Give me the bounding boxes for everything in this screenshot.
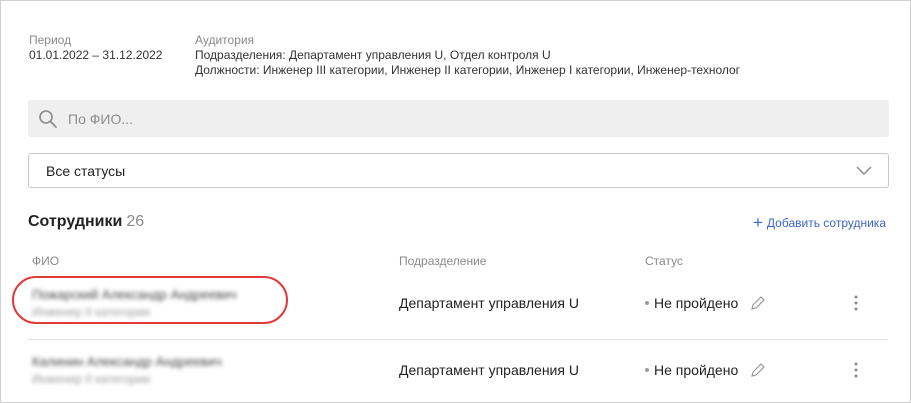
period-block: Период 01.01.2022 – 31.12.2022 bbox=[29, 33, 162, 63]
search-icon bbox=[39, 109, 57, 128]
search-input[interactable] bbox=[66, 109, 850, 128]
employees-heading: Сотрудники 26 bbox=[28, 213, 144, 231]
audience-block: Аудитория Подразделения: Департамент упр… bbox=[195, 33, 740, 78]
column-header-department: Подразделение bbox=[399, 254, 487, 268]
search-bar[interactable] bbox=[28, 100, 889, 137]
employee-department: Департамент управления U bbox=[399, 362, 579, 378]
employee-position: Инженер II категории bbox=[32, 372, 151, 386]
pencil-icon[interactable] bbox=[750, 362, 766, 378]
audience-departments: Подразделения: Департамент управления U,… bbox=[195, 48, 551, 62]
period-value: 01.01.2022 – 31.12.2022 bbox=[29, 48, 163, 62]
status-dot-icon bbox=[645, 301, 649, 305]
chevron-down-icon bbox=[856, 166, 872, 175]
pencil-icon[interactable] bbox=[750, 295, 766, 311]
screen-frame: Период 01.01.2022 – 31.12.2022 Аудитория… bbox=[0, 0, 911, 403]
audience-label: Аудитория bbox=[195, 33, 255, 47]
add-employee-button[interactable]: + Добавить сотрудника bbox=[752, 213, 886, 232]
employee-name: Пожарский Александр Андреевич bbox=[32, 287, 237, 302]
employee-status: Не пройдено bbox=[645, 362, 766, 378]
status-dot-icon bbox=[645, 368, 649, 372]
employees-title: Сотрудники bbox=[28, 213, 123, 230]
employee-position: Инженер II категории bbox=[32, 305, 151, 319]
table-row[interactable]: Калинин Александр Андреевич Инженер II к… bbox=[28, 339, 888, 400]
more-vertical-icon[interactable] bbox=[853, 294, 859, 312]
more-vertical-icon[interactable] bbox=[853, 361, 859, 379]
period-label: Период bbox=[29, 33, 72, 47]
employees-count: 26 bbox=[126, 213, 145, 230]
status-text: Не пройдено bbox=[654, 362, 739, 378]
status-text: Не пройдено bbox=[654, 295, 739, 311]
add-employee-label: Добавить сотрудника bbox=[766, 216, 886, 230]
column-header-name: ФИО bbox=[32, 254, 60, 268]
table-row[interactable]: Пожарский Александр Андреевич Инженер II… bbox=[28, 273, 888, 333]
column-header-status: Статус bbox=[645, 254, 683, 268]
employee-name: Калинин Александр Андреевич bbox=[32, 354, 222, 369]
plus-icon: + bbox=[752, 213, 763, 232]
status-filter-value: Все статусы bbox=[46, 162, 126, 179]
audience-positions: Должности: Инженер III категории, Инжене… bbox=[195, 63, 741, 77]
employee-status: Не пройдено bbox=[645, 295, 766, 311]
status-filter-select[interactable]: Все статусы bbox=[28, 153, 889, 188]
employee-department: Департамент управления U bbox=[399, 295, 579, 311]
